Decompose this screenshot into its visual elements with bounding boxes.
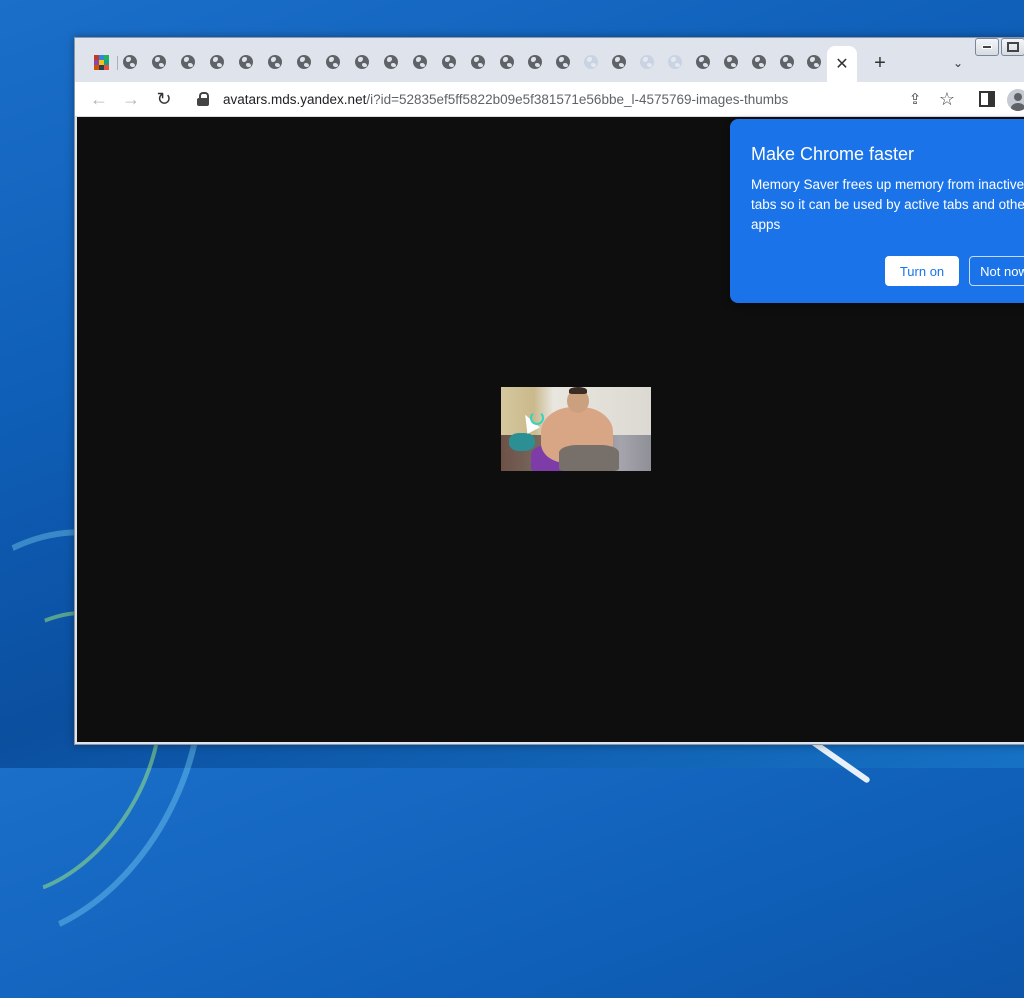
tab[interactable]	[354, 54, 370, 70]
globe-icon	[724, 55, 738, 69]
forward-button[interactable]: →	[119, 87, 143, 111]
displayed-image[interactable]	[501, 387, 651, 471]
tab-strip: ✕ + ⌄	[75, 46, 1024, 82]
globe-icon	[696, 55, 710, 69]
globe-icon	[752, 55, 766, 69]
lock-icon[interactable]	[197, 92, 209, 106]
globe-icon	[326, 55, 340, 69]
tab[interactable]	[555, 54, 571, 70]
tab[interactable]	[806, 54, 822, 70]
tab[interactable]	[695, 54, 711, 70]
turn-on-button[interactable]: Turn on	[885, 256, 959, 286]
globe-icon	[123, 55, 137, 69]
not-now-button[interactable]: Not now	[969, 256, 1024, 286]
reload-button[interactable]: ↻	[152, 87, 176, 111]
globe-icon	[210, 55, 224, 69]
tab[interactable]	[441, 54, 457, 70]
globe-icon	[471, 55, 485, 69]
globe-icon	[152, 55, 166, 69]
active-tab[interactable]: ✕	[827, 46, 857, 82]
globe-icon	[780, 55, 794, 69]
globe-icon	[442, 55, 456, 69]
globe-icon	[556, 55, 570, 69]
browser-toolbar: ← → ↻ avatars.mds.yandex.net/i?id=52835e…	[75, 82, 1024, 117]
tab[interactable]	[238, 54, 254, 70]
tab[interactable]	[751, 54, 767, 70]
url-text[interactable]: avatars.mds.yandex.net/i?id=52835ef5ff58…	[223, 92, 788, 107]
tab[interactable]	[412, 54, 428, 70]
close-tab-icon[interactable]: ✕	[835, 54, 848, 74]
globe-icon	[413, 55, 427, 69]
globe-icon	[640, 55, 654, 69]
promo-body: Memory Saver frees up memory from inacti…	[751, 177, 1024, 232]
tab[interactable]	[151, 54, 167, 70]
tab[interactable]	[383, 54, 399, 70]
globe-icon	[297, 55, 311, 69]
tab[interactable]	[779, 54, 795, 70]
globe-icon	[239, 55, 253, 69]
globe-icon	[668, 55, 682, 69]
back-button[interactable]: ←	[87, 87, 111, 111]
tab[interactable]	[499, 54, 515, 70]
globe-icon	[500, 55, 514, 69]
globe-icon	[612, 55, 626, 69]
tab-search-button[interactable]: ⌄	[947, 52, 969, 74]
tab[interactable]	[122, 54, 138, 70]
address-bar[interactable]: avatars.mds.yandex.net/i?id=52835ef5ff58…	[187, 84, 967, 114]
winrar-archive-icon	[93, 54, 109, 70]
tab[interactable]	[180, 54, 196, 70]
bookmark-star-icon[interactable]: ☆	[935, 87, 959, 111]
url-host: avatars.mds.yandex.net	[223, 91, 367, 107]
globe-icon	[181, 55, 195, 69]
tab-separator	[117, 56, 118, 70]
globe-icon	[268, 55, 282, 69]
globe-icon	[384, 55, 398, 69]
tab[interactable]	[527, 54, 543, 70]
promo-title: Make Chrome faster	[751, 144, 915, 164]
globe-icon	[355, 55, 369, 69]
url-path: /i?id=52835ef5ff5822b09e5f381571e56bbe_l…	[366, 91, 789, 107]
tab[interactable]	[325, 54, 341, 70]
side-panel-icon[interactable]	[975, 87, 999, 111]
tab-unloaded[interactable]	[639, 54, 655, 70]
globe-icon	[807, 55, 821, 69]
tab-winrar[interactable]	[93, 54, 109, 70]
tab-unloaded[interactable]	[583, 54, 599, 70]
profile-avatar-icon[interactable]	[1007, 89, 1024, 111]
share-icon[interactable]: ⇪	[903, 87, 927, 111]
tab-unloaded[interactable]	[667, 54, 683, 70]
globe-icon	[584, 55, 598, 69]
busy-spinner-icon	[530, 411, 544, 425]
new-tab-button[interactable]: +	[869, 52, 891, 74]
tab[interactable]	[267, 54, 283, 70]
globe-icon	[528, 55, 542, 69]
tab[interactable]	[470, 54, 486, 70]
memory-saver-promo: Make Chrome faster Memory Saver frees up…	[730, 119, 1024, 303]
tab[interactable]	[209, 54, 225, 70]
tab[interactable]	[296, 54, 312, 70]
tab[interactable]	[723, 54, 739, 70]
tab[interactable]	[611, 54, 627, 70]
